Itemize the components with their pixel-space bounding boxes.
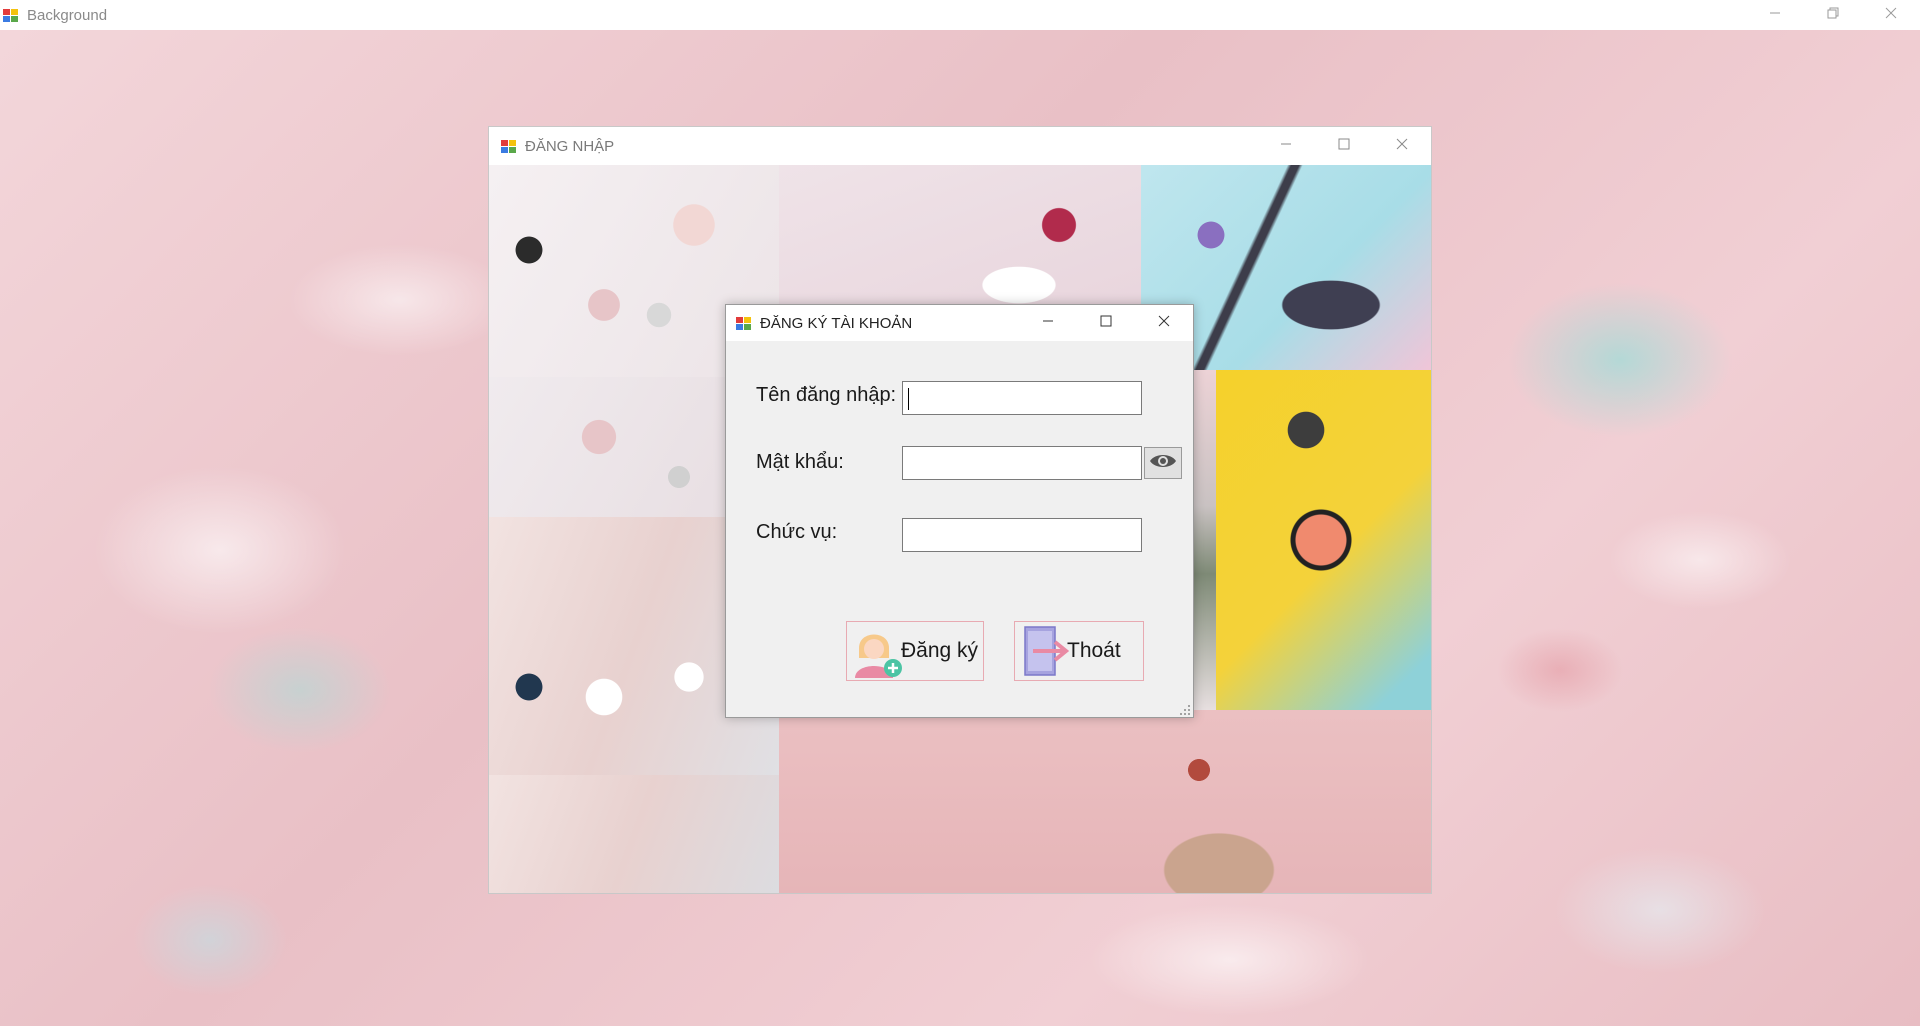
resize-grip-icon[interactable] <box>1179 703 1191 715</box>
exit-button-label: Thoát <box>1067 639 1121 662</box>
maximize-icon <box>1100 314 1112 332</box>
role-label: Chức vụ: <box>756 521 838 543</box>
collage-photo <box>779 710 1431 893</box>
register-button[interactable]: Đăng ký <box>846 621 984 681</box>
exit-button[interactable]: Thoát <box>1014 621 1144 681</box>
restore-button[interactable] <box>1804 0 1862 30</box>
maximize-button[interactable] <box>1315 127 1373 165</box>
minimize-icon <box>1280 137 1292 155</box>
register-dialog: ĐĂNG KÝ TÀI KHOẢN Tên đăng nhập: Mật khẩ <box>725 304 1194 718</box>
register-button-label: Đăng ký <box>901 639 979 662</box>
username-label: Tên đăng nhập: <box>756 384 897 406</box>
minimize-button[interactable] <box>1746 0 1804 30</box>
close-button[interactable] <box>1135 305 1193 341</box>
close-icon <box>1885 6 1897 24</box>
app-icon <box>736 315 752 331</box>
close-icon <box>1158 314 1170 332</box>
maximize-button[interactable] <box>1077 305 1135 341</box>
text-caret <box>908 388 909 410</box>
restore-icon <box>1827 6 1839 24</box>
username-input[interactable] <box>902 381 1142 415</box>
collage-photo <box>489 775 779 893</box>
maximize-icon <box>1338 137 1350 155</box>
close-button[interactable] <box>1373 127 1431 165</box>
app-icon <box>3 7 19 23</box>
eye-icon <box>1149 452 1177 475</box>
close-button[interactable] <box>1862 0 1920 30</box>
minimize-icon <box>1042 314 1054 332</box>
login-window-controls <box>1257 127 1431 165</box>
role-input[interactable] <box>902 518 1142 552</box>
main-window-title: Background <box>27 6 108 24</box>
collage-photo <box>1216 370 1431 710</box>
login-titlebar[interactable]: ĐĂNG NHẬP <box>489 127 1431 165</box>
minimize-button[interactable] <box>1257 127 1315 165</box>
app-icon <box>501 138 517 154</box>
password-label: Mật khẩu: <box>756 451 844 473</box>
login-window-title: ĐĂNG NHẬP <box>525 137 615 155</box>
main-window-controls <box>1746 0 1920 30</box>
register-dialog-controls <box>1019 305 1193 341</box>
main-titlebar[interactable]: Background <box>0 0 1920 30</box>
minimize-icon <box>1769 6 1781 24</box>
password-input[interactable] <box>902 446 1142 480</box>
register-dialog-title: ĐĂNG KÝ TÀI KHOẢN <box>760 314 913 332</box>
show-password-button[interactable] <box>1144 447 1182 479</box>
close-icon <box>1396 137 1408 155</box>
minimize-button[interactable] <box>1019 305 1077 341</box>
register-titlebar[interactable]: ĐĂNG KÝ TÀI KHOẢN <box>726 305 1193 341</box>
add-user-icon <box>849 622 907 680</box>
